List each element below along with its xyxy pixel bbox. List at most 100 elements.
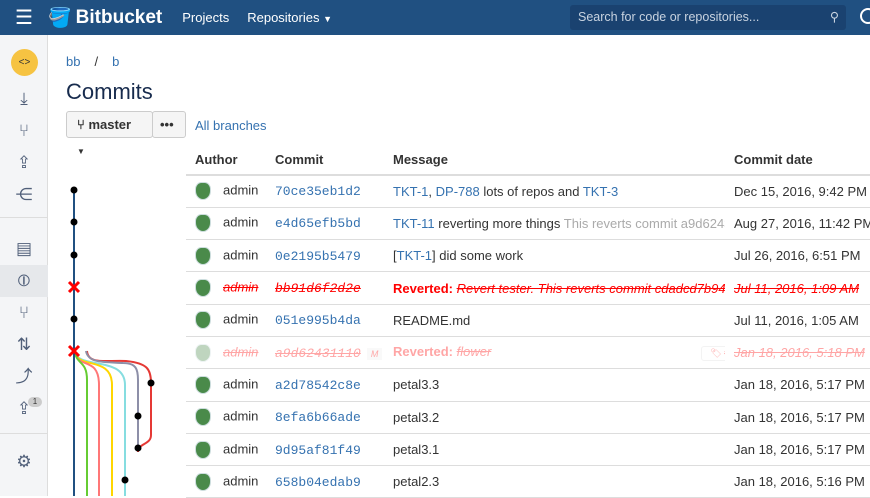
author-cell: admin — [186, 207, 266, 241]
commit-message: Revert tester. This reverts commit cdadc… — [456, 280, 725, 296]
date-cell: Jan 18, 2016, 5:16 PM — [725, 465, 870, 498]
divider — [0, 433, 48, 434]
commit-cell: a9d62431110 M — [266, 336, 384, 370]
commit-cell: 70ce35eb1d2 — [266, 175, 384, 208]
create-pr-icon[interactable]: ⇪ — [0, 147, 48, 179]
table-row[interactable]: admin 70ce35eb1d2 TKT-1, DP-788 lots of … — [186, 175, 870, 208]
commit-hash-link[interactable]: a9d62431110 — [275, 346, 361, 361]
message-cell: README.md — [384, 304, 725, 337]
table-row[interactable]: admin bb91d6f2d2e Reverted: Revert teste… — [186, 271, 870, 305]
sidebar: <> ⤓ ⑂ ⇪ ⋲ ▤ ⦶ ⑂ ⇅ ⤴ ⇪ 1 ⚙ — [0, 35, 48, 496]
message-cell: petal3.2 — [384, 401, 725, 434]
date-cell: Dec 15, 2016, 9:42 PM — [725, 175, 870, 208]
avatar — [195, 472, 211, 491]
settings-icon[interactable]: ⚙ — [0, 446, 48, 478]
commit-message: petal3.1 — [393, 442, 440, 458]
table-row[interactable]: admin 9d95af81f49 petal3.1 Jan 18, 2016,… — [186, 433, 870, 467]
date-cell: Jan 18, 2016, 5:17 PM — [725, 368, 870, 402]
author-cell: admin — [186, 465, 266, 498]
commit-cell: 8efa6b66ade — [266, 401, 384, 434]
commit-message: petal2.3 — [393, 474, 440, 490]
table-row[interactable]: admin 0e2195b5479 [TKT-1] did some work … — [186, 239, 870, 273]
avatar — [195, 246, 211, 265]
pull-requests-icon[interactable]: ⇅ — [0, 329, 48, 361]
bucket-icon: 🪣 — [48, 7, 72, 29]
table-row[interactable]: admin a9d62431110 M Reverted: flower 🏷 tag… — [186, 336, 870, 370]
commit-hash-link[interactable]: bb91d6f2d2e — [275, 281, 361, 296]
commit-hash-link[interactable]: 0e2195b5479 — [275, 249, 361, 264]
avatar — [195, 279, 211, 298]
more-actions-button[interactable]: ••• — [152, 111, 186, 138]
top-nav: ☰ 🪣 Bitbucket Projects Repositories ▼ Sea… — [0, 0, 870, 35]
commit-cell: 658b04edab9 — [266, 465, 384, 498]
col-commit: Commit — [266, 145, 384, 176]
table-row[interactable]: admin e4d65efb5bd TKT-11 reverting more … — [186, 207, 870, 241]
tag-badge[interactable]: 🏷 tag — [701, 346, 725, 362]
caret-down-icon: ▼ — [323, 14, 333, 24]
commit-cell: 9d95af81f49 — [266, 433, 384, 467]
commit-message: flower — [456, 344, 492, 360]
message-cell: Reverted: flower 🏷 tag — [384, 336, 725, 370]
avatar — [195, 343, 211, 362]
issue-link[interactable]: TKT-1 — [393, 184, 428, 199]
issue-link[interactable]: DP-788 — [436, 184, 480, 199]
bitbucket-logo[interactable]: 🪣 Bitbucket — [48, 6, 162, 30]
commit-hash-link[interactable]: 658b04edab9 — [275, 475, 361, 490]
table-row[interactable]: admin 658b04edab9 petal2.3 Jan 18, 2016,… — [186, 465, 870, 498]
nav-repositories[interactable]: Repositories ▼ — [247, 10, 332, 25]
branches-icon[interactable]: ⑂ — [0, 297, 48, 329]
date-cell: Aug 27, 2016, 11:42 PM — [725, 207, 870, 241]
repo-avatar[interactable]: <> — [11, 49, 38, 76]
menu-icon[interactable]: ☰ — [0, 5, 48, 30]
avatar — [195, 182, 211, 201]
commit-hash-link[interactable]: e4d65efb5bd — [275, 216, 361, 231]
commit-cell: bb91d6f2d2e — [266, 271, 384, 305]
table-row[interactable]: admin a2d78542c8e petal3.3 Jan 18, 2016,… — [186, 368, 870, 402]
avatar — [195, 311, 211, 330]
issue-link[interactable]: TKT-11 — [393, 216, 435, 231]
message-cell: Reverted: Revert tester. This reverts co… — [384, 271, 725, 305]
message-cell: petal3.1 — [384, 433, 725, 467]
reverted-label: Reverted: — [393, 344, 453, 360]
commit-message: , — [428, 183, 436, 199]
help-icon[interactable] — [860, 8, 870, 24]
branch-selector[interactable]: ⑂ master ▼ — [66, 111, 153, 156]
fork-icon[interactable]: ⋲ — [0, 179, 48, 211]
date-cell: Jan 18, 2016, 5:18 PM — [725, 336, 870, 370]
compare-icon[interactable]: ⤴ — [0, 361, 48, 393]
all-branches-link[interactable]: All branches — [195, 118, 267, 133]
commit-hash-link[interactable]: 70ce35eb1d2 — [275, 184, 361, 199]
col-date: Commit date — [725, 145, 870, 176]
table-row[interactable]: admin 051e995b4da README.md Jul 11, 2016… — [186, 304, 870, 337]
message-cell: petal3.3 — [384, 368, 725, 402]
issue-link[interactable]: TKT-3 — [583, 184, 618, 199]
avatar — [195, 440, 211, 459]
avatar — [195, 214, 211, 233]
author-cell: admin — [186, 239, 266, 273]
forks-icon[interactable]: ⇪ 1 — [0, 393, 48, 425]
commit-hash-link[interactable]: 8efa6b66ade — [275, 410, 361, 425]
commit-hash-link[interactable]: 9d95af81f49 — [275, 443, 361, 458]
graph-branch-line — [86, 350, 152, 453]
breadcrumb-repo[interactable]: b — [112, 54, 119, 69]
author-cell: admin — [186, 401, 266, 434]
table-row[interactable]: admin 8efa6b66ade petal3.2 Jan 18, 2016,… — [186, 401, 870, 434]
create-branch-icon[interactable]: ⑂ — [0, 115, 48, 147]
commit-message: petal3.2 — [393, 409, 440, 425]
breadcrumb-project[interactable]: bb — [66, 54, 80, 69]
issue-link[interactable]: TKT-1 — [397, 248, 432, 263]
nav-projects[interactable]: Projects — [182, 10, 229, 25]
date-cell: Jul 11, 2016, 1:09 AM — [725, 271, 870, 305]
search-input[interactable]: Search for code or repositories... ⚲ — [570, 5, 846, 30]
commit-hash-link[interactable]: a2d78542c8e — [275, 378, 361, 393]
commit-cell: 051e995b4da — [266, 304, 384, 337]
commit-hash-link[interactable]: 051e995b4da — [275, 313, 361, 328]
commit-cell: 0e2195b5479 — [266, 239, 384, 273]
clone-icon[interactable]: ⤓ — [0, 83, 48, 115]
graph-branch-line — [74, 350, 113, 496]
commit-message: README.md — [393, 312, 471, 328]
source-icon[interactable]: ▤ — [0, 233, 48, 265]
branch-icon: ⑂ — [77, 117, 85, 132]
graph-branch-line — [74, 350, 88, 496]
commits-icon[interactable]: ⦶ — [0, 265, 48, 297]
